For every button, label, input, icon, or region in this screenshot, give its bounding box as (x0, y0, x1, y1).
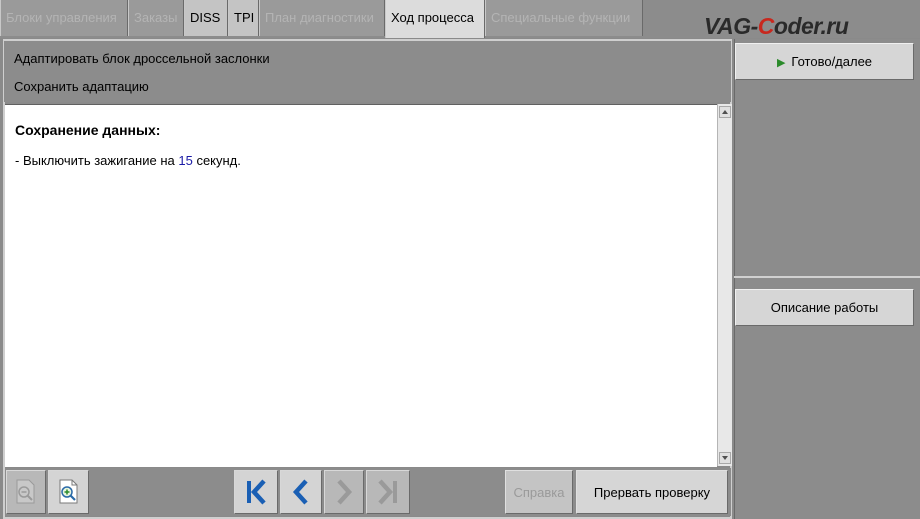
procedure-header: Адаптировать блок дроссельной заслонки С… (4, 41, 731, 102)
zoom-in-button[interactable] (48, 470, 89, 514)
previous-button[interactable] (280, 470, 322, 514)
tab-control-units[interactable]: Блоки управления (0, 0, 128, 36)
arrow-up-icon (722, 110, 728, 114)
tab-special-functions[interactable]: Специальные функции (485, 0, 643, 36)
tab-bar: Блоки управления Заказы DISS TPI План ди… (0, 0, 920, 39)
last-page-button[interactable] (366, 470, 410, 514)
play-icon: ▶ (776, 57, 786, 69)
first-page-icon (247, 479, 266, 505)
seconds-value: 15 (178, 153, 193, 168)
right-panel-divider (734, 276, 920, 278)
tab-diagnostic-plan[interactable]: План диагностики (259, 0, 385, 36)
scroll-down-button[interactable] (719, 452, 731, 464)
done-next-button[interactable]: ▶ Готово/далее (735, 43, 914, 80)
help-button[interactable]: Справка (505, 470, 573, 514)
tab-orders[interactable]: Заказы (128, 0, 184, 36)
vertical-scrollbar[interactable] (717, 104, 732, 466)
tab-tpi[interactable]: TPI (228, 0, 259, 36)
first-page-button[interactable] (234, 470, 278, 514)
zoom-in-icon (59, 479, 77, 504)
scroll-up-button[interactable] (719, 106, 731, 118)
right-panel (734, 39, 920, 519)
procedure-title: Адаптировать блок дроссельной заслонки (14, 51, 270, 66)
arrow-down-icon (722, 456, 728, 460)
zoom-out-button[interactable] (6, 470, 46, 514)
instruction-panel: Сохранение данных: - Выключить зажигание… (5, 104, 717, 467)
instruction-title: Сохранение данных: (15, 122, 161, 138)
abort-test-button[interactable]: Прервать проверку (576, 470, 728, 514)
work-description-button[interactable]: Описание работы (735, 289, 914, 326)
previous-icon (292, 479, 308, 505)
zoom-out-icon (16, 479, 35, 504)
last-page-icon (378, 479, 397, 505)
next-button[interactable] (324, 470, 364, 514)
next-icon (337, 479, 353, 505)
tab-process[interactable]: Ход процесса (385, 0, 485, 38)
procedure-step: Сохранить адаптацию (14, 79, 149, 94)
tab-diss[interactable]: DISS (184, 0, 228, 36)
instruction-line: - Выключить зажигание на 15 секунд. (15, 153, 241, 168)
watermark-logo: VAG-Coder.ru (704, 13, 849, 39)
